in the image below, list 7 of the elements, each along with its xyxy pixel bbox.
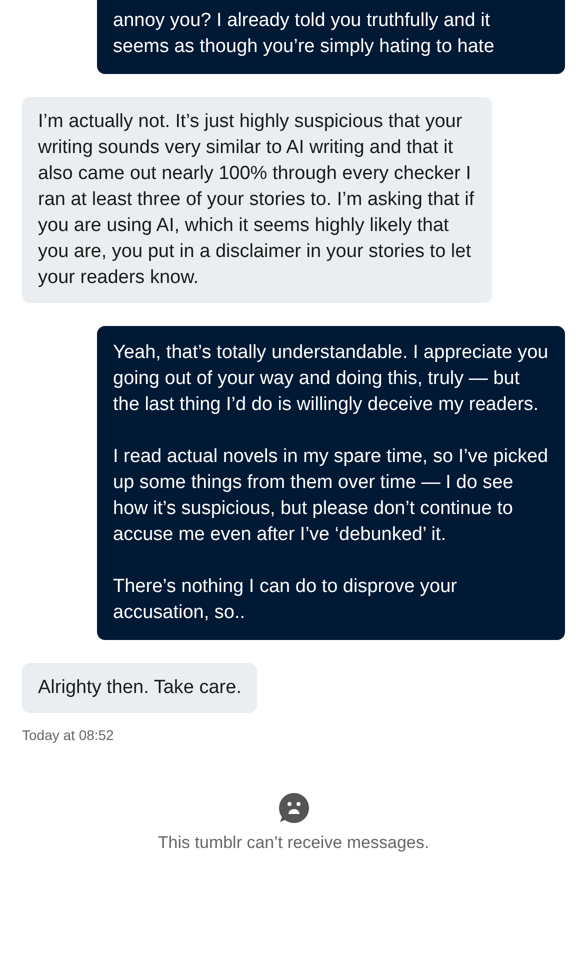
- sent-message: annoy you? I already told you truthfully and it seems as though you’re simply hating to hate: [97, 0, 565, 74]
- notice-text: This tumblr can’t receive messages.: [158, 832, 430, 854]
- received-message: I’m actually not. It’s just highly suspicious that your writing sounds very similar to AI writing and that it also came out nearly 100% through every checker I ran at least three of your stories to. I’m asking that if you are using AI, which it seems highly likely that you are, you put in a disclaimer in your stories to let your readers know.: [22, 97, 492, 303]
- sad-speech-bubble-icon: [278, 792, 310, 824]
- received-message: Alrighty then. Take care.: [22, 663, 258, 713]
- sent-message: Yeah, that’s totally understandable. I appreciate you going out of your way and doing this, truly — but the last thing I’d do is willingly deceive my readers. I read actual novels in my spare time, so I’ve picked up some things from them over time — I do see how it’s suspicious, but please don’t continue to accuse me even after I’ve ‘debunked’ it. There’s nothing I can do to disprove your accusation, so..: [97, 326, 565, 640]
- timestamp: Today at 08:52: [22, 726, 115, 745]
